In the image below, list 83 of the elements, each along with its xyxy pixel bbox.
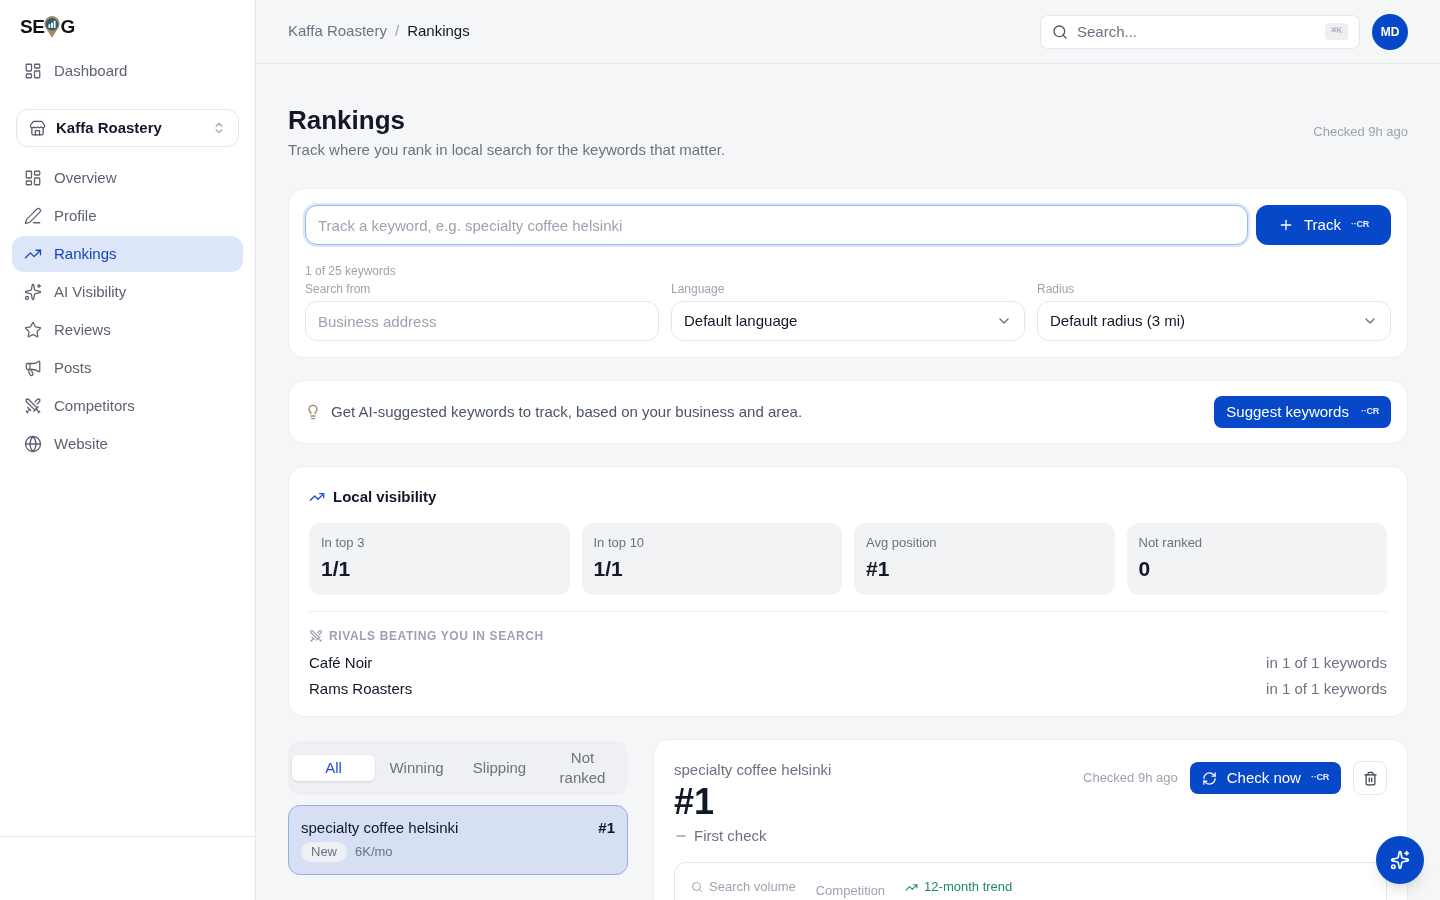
track-button[interactable]: Track ··CR [1256, 205, 1391, 245]
breadcrumb-separator: / [394, 21, 400, 42]
stat-label: Not ranked [1138, 535, 1204, 551]
shortcut-hint: ··CR [1350, 218, 1369, 232]
user-avatar[interactable]: MD [1372, 13, 1408, 50]
swords-icon [309, 629, 323, 643]
sidebar-item[interactable]: AI Visibility [12, 274, 243, 310]
keyword-rank: #1 [598, 818, 615, 838]
field-label: Language [671, 281, 726, 297]
pen-icon [24, 207, 42, 225]
grid-icon [24, 62, 42, 80]
grid-icon [24, 169, 42, 187]
metric-label: Search volume [709, 879, 796, 895]
rank-change-text: First check [694, 826, 767, 846]
address-input[interactable]: Business address [305, 301, 659, 341]
filter-tab[interactable]: Slipping [458, 755, 541, 781]
stat-label: In top 10 [593, 535, 646, 551]
sidebar-item[interactable]: Website [12, 426, 243, 462]
metric-label: 12-month trend [924, 879, 1013, 895]
delete-button[interactable] [1353, 761, 1387, 795]
search-volume-text: 6K/mo [355, 843, 393, 862]
suggest-keywords-button[interactable]: Suggest keywords ··CR [1214, 396, 1391, 428]
swords-icon [24, 397, 42, 415]
sparkles-icon [1390, 850, 1410, 870]
stat-label: Avg position [866, 535, 938, 551]
filter-tab[interactable]: Not ranked [541, 745, 624, 791]
detail-keyword: specialty coffee helsinki [674, 760, 832, 780]
rival-keyword-count: in 1 of 1 keywords [1266, 678, 1387, 699]
detail-rank: #1 [674, 782, 715, 822]
select-field[interactable]: Default radius (3 mi) [1037, 301, 1391, 341]
sidebar-item[interactable]: Posts [12, 350, 243, 386]
shortcut-hint: ··CR [1310, 771, 1329, 785]
filter-tab[interactable]: Winning [375, 755, 458, 781]
suggest-text: Get AI-suggested keywords to track, based on your business and area. [331, 402, 803, 422]
lightbulb-icon [305, 404, 321, 420]
trash-icon [1362, 770, 1378, 786]
breadcrumb-link[interactable]: Kaffa Roastery [288, 20, 387, 43]
ai-assistant-button[interactable] [1376, 836, 1424, 884]
globe-icon [24, 435, 42, 453]
sparkles-icon [24, 283, 42, 301]
status-badge: New [301, 842, 347, 862]
map-pin-logo-icon [44, 16, 61, 38]
rival-name: Café Noir [309, 652, 373, 673]
keyword-text: specialty coffee helsinki [301, 818, 459, 838]
keyword-input[interactable]: Track a keyword, e.g. specialty coffee helsinki [305, 205, 1248, 245]
logo-text: G [60, 17, 75, 37]
keyword-quota-text: 1 of 25 keywords [305, 263, 397, 279]
section-title: Local visibility [333, 487, 437, 507]
sidebar-item[interactable]: Reviews [12, 312, 243, 348]
check-now-button[interactable]: Check now ··CR [1189, 762, 1341, 794]
select-field[interactable]: Default language [671, 301, 1025, 341]
business-switcher[interactable]: Kaffa Roastery [16, 109, 239, 147]
stat-value: 1/1 [321, 556, 352, 582]
star-icon [24, 321, 42, 339]
megaphone-icon [24, 359, 42, 377]
page-subtitle: Track where you rank in local search for the keywords that matter. [288, 140, 726, 160]
stat-value: 0 [1138, 556, 1152, 582]
store-icon [29, 119, 46, 137]
rival-name: Rams Roasters [309, 678, 413, 699]
last-checked-text: Checked 9h ago [1313, 123, 1408, 142]
stat-label: In top 3 [321, 535, 366, 551]
sidebar-item[interactable]: Dashboard [12, 53, 243, 89]
page-title: Rankings [288, 104, 407, 136]
last-checked-text: Checked 9h ago [1083, 769, 1178, 788]
logo-text: SE [20, 17, 45, 37]
rival-keyword-count: in 1 of 1 keywords [1266, 652, 1387, 673]
filter-tab[interactable]: All [292, 755, 375, 781]
sidebar-item[interactable]: Rankings [12, 236, 243, 272]
sidebar-item[interactable]: Profile [12, 198, 243, 234]
stat-value: #1 [866, 556, 891, 582]
keyword-list-item[interactable]: specialty coffee helsinki #1 New 6K/mo [288, 805, 628, 875]
metric-label: Competition [815, 883, 886, 899]
field-label: Radius [1037, 281, 1076, 297]
search-icon [691, 881, 703, 893]
refresh-icon [1201, 770, 1217, 786]
shortcut-hint: ··CR [1360, 405, 1379, 419]
sidebar-item[interactable]: Competitors [12, 388, 243, 424]
search-icon [1052, 23, 1068, 40]
sidebar-item[interactable]: Overview [12, 160, 243, 196]
rivals-heading: RIVALS BEATING YOU IN SEARCH [329, 628, 544, 644]
field-label: Search from [305, 281, 372, 297]
breadcrumb-current: Rankings [407, 21, 470, 42]
stat-value: 1/1 [593, 556, 624, 582]
